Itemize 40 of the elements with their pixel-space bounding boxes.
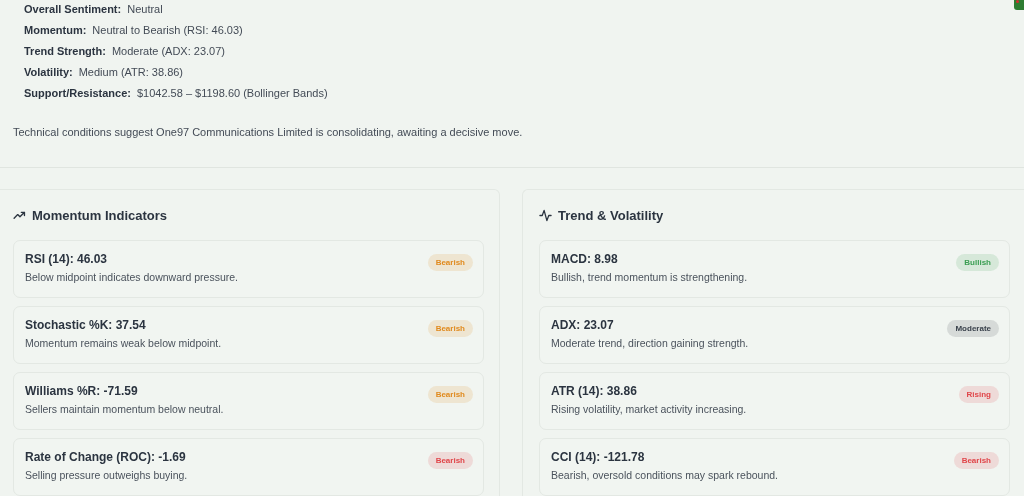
summary-label: Trend Strength: [24,44,106,58]
conclusion-text: Technical conditions suggest One97 Communications Limited is consolidating, awaiting a decisive move. [13,125,524,139]
panel-title: Trend & Volatility [558,207,664,223]
indicator-value: Rate of Change (ROC): -1.69 [25,450,187,465]
status-badge: Rising [958,386,999,403]
summary-label: Volatility: [24,65,73,79]
indicator-description: Bullish, trend momentum is strengthening. [551,271,748,284]
indicator-value: CCI (14): -121.78 [551,450,646,465]
floating-icon[interactable] [1014,0,1024,10]
status-badge: Bearish [427,386,473,403]
indicator-value: Stochastic %K: 37.54 [25,318,147,333]
summary-value: Neutral [127,2,163,16]
pulse-icon [539,208,552,222]
indicator-description: Selling pressure outweighs buying. [25,469,188,482]
indicator-value: MACD: 8.98 [551,252,619,267]
indicator-value: RSI (14): 46.03 [25,252,109,267]
indicator-description: Moderate trend, direction gaining strength. [551,337,749,350]
status-badge: Bearish [427,254,473,271]
summary-value: Moderate (ADX: 23.07) [111,44,225,58]
indicator-description: Rising volatility, market activity increasing. [551,403,747,416]
status-badge: Bearish [427,320,473,337]
indicator-value: ATR (14): 38.86 [551,384,638,399]
trend-up-icon [13,210,26,220]
summary-label: Overall Sentiment: [24,2,122,16]
indicator-description: Momentum remains weak below midpoint. [25,337,222,350]
summary-value: Neutral to Bearish (RSI: 46.03) [92,23,243,37]
summary-label: Momentum: [24,23,87,37]
indicator-description: Bearish, oversold conditions may spark rebound. [551,469,779,482]
status-badge: Bearish [953,452,999,469]
indicator-value: Williams %R: -71.59 [25,384,139,399]
indicator-value: ADX: 23.07 [551,318,615,333]
summary-value: Medium (ATR: 38.86) [78,65,184,79]
status-badge: Moderate [947,320,999,337]
status-badge: Bullish [956,254,999,271]
status-badge: Bearish [427,452,473,469]
summary-value: $1042.58 – $1198.60 (Bollinger Bands) [136,86,328,100]
indicator-description: Below midpoint indicates downward pressure. [25,271,239,284]
indicator-description: Sellers maintain momentum below neutral. [25,403,224,416]
panel-title: Momentum Indicators [32,207,168,223]
summary-label: Support/Resistance: [24,86,131,100]
